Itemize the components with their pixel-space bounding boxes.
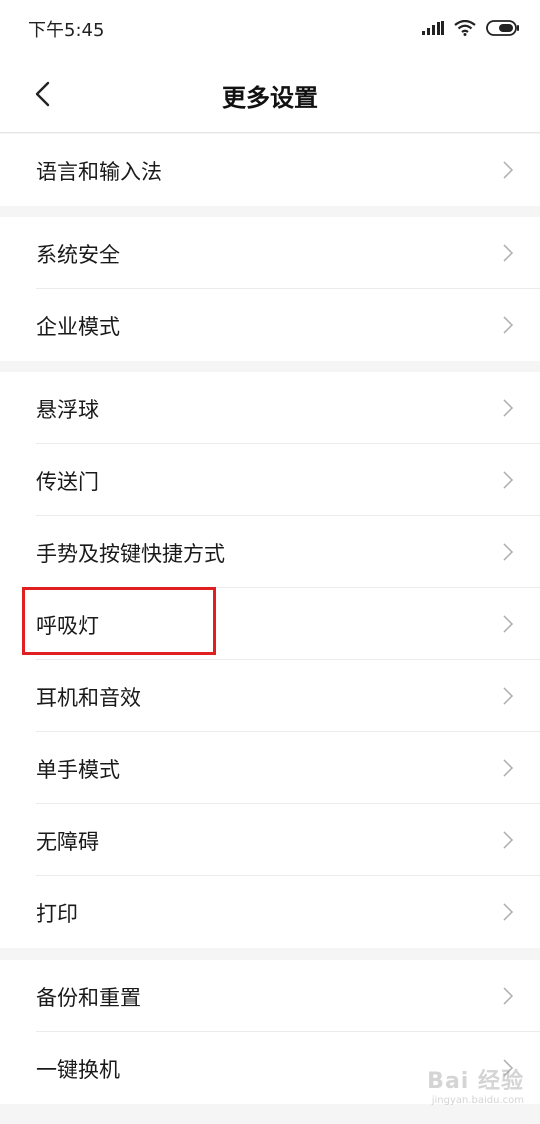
settings-item-floating-ball[interactable]: 悬浮球 <box>0 372 540 444</box>
settings-group-features: 悬浮球 传送门 手势及按键快捷方式 呼吸灯 耳机和音效 单手模式 无障碍 打印 <box>0 372 540 948</box>
settings-item-label: 耳机和音效 <box>36 686 141 710</box>
settings-group-security: 系统安全 企业模式 <box>0 217 540 361</box>
chevron-right-icon <box>503 687 514 705</box>
chevron-right-icon <box>503 987 514 1005</box>
watermark-domain: jingyan.baidu.com <box>431 1095 524 1106</box>
settings-item-label: 无障碍 <box>36 830 99 854</box>
chevron-right-icon <box>503 615 514 633</box>
title-bar: 更多设置 <box>0 56 540 132</box>
battery-icon <box>486 20 519 36</box>
chevron-right-icon <box>503 316 514 334</box>
settings-item-backup-reset[interactable]: 备份和重置 <box>0 960 540 1032</box>
settings-item-label: 打印 <box>36 902 78 926</box>
settings-item-system-security[interactable]: 系统安全 <box>0 217 540 289</box>
settings-item-label: 语言和输入法 <box>36 160 162 184</box>
page-title: 更多设置 <box>222 84 318 112</box>
chevron-right-icon <box>503 831 514 849</box>
settings-item-label: 备份和重置 <box>36 986 141 1010</box>
settings-item-label: 悬浮球 <box>36 398 99 422</box>
settings-item-accessibility[interactable]: 无障碍 <box>0 804 540 876</box>
chevron-right-icon <box>503 399 514 417</box>
watermark-brand: Bai 经验 <box>427 1069 524 1094</box>
status-bar: 下午5:45 <box>0 0 540 56</box>
signal-icon <box>422 21 444 35</box>
settings-group-language: 语言和输入法 <box>0 134 540 206</box>
settings-item-one-handed-mode[interactable]: 单手模式 <box>0 732 540 804</box>
settings-item-label: 单手模式 <box>36 758 120 782</box>
settings-item-label: 手势及按键快捷方式 <box>36 542 225 566</box>
settings-item-label: 一键换机 <box>36 1058 120 1082</box>
chevron-right-icon <box>503 903 514 921</box>
chevron-right-icon <box>503 759 514 777</box>
settings-item-enterprise-mode[interactable]: 企业模式 <box>0 289 540 361</box>
status-icons <box>422 16 520 40</box>
highlight-box <box>22 587 216 655</box>
watermark-logo: Bai 经验 jingyan.baidu.com <box>427 1063 524 1106</box>
settings-item-gestures-shortcuts[interactable]: 手势及按键快捷方式 <box>0 516 540 588</box>
chevron-right-icon <box>503 471 514 489</box>
chevron-right-icon <box>503 543 514 561</box>
settings-item-portal[interactable]: 传送门 <box>0 444 540 516</box>
settings-item-language-input[interactable]: 语言和输入法 <box>0 134 540 206</box>
chevron-right-icon <box>503 161 514 179</box>
chevron-right-icon <box>503 244 514 262</box>
status-time: 下午5:45 <box>28 20 105 41</box>
settings-item-label: 企业模式 <box>36 315 120 339</box>
settings-item-label: 系统安全 <box>36 243 120 267</box>
title-divider <box>0 132 540 133</box>
settings-item-print[interactable]: 打印 <box>0 876 540 948</box>
settings-item-label: 传送门 <box>36 470 99 494</box>
settings-item-headphones-audio[interactable]: 耳机和音效 <box>0 660 540 732</box>
wifi-icon <box>454 20 476 36</box>
